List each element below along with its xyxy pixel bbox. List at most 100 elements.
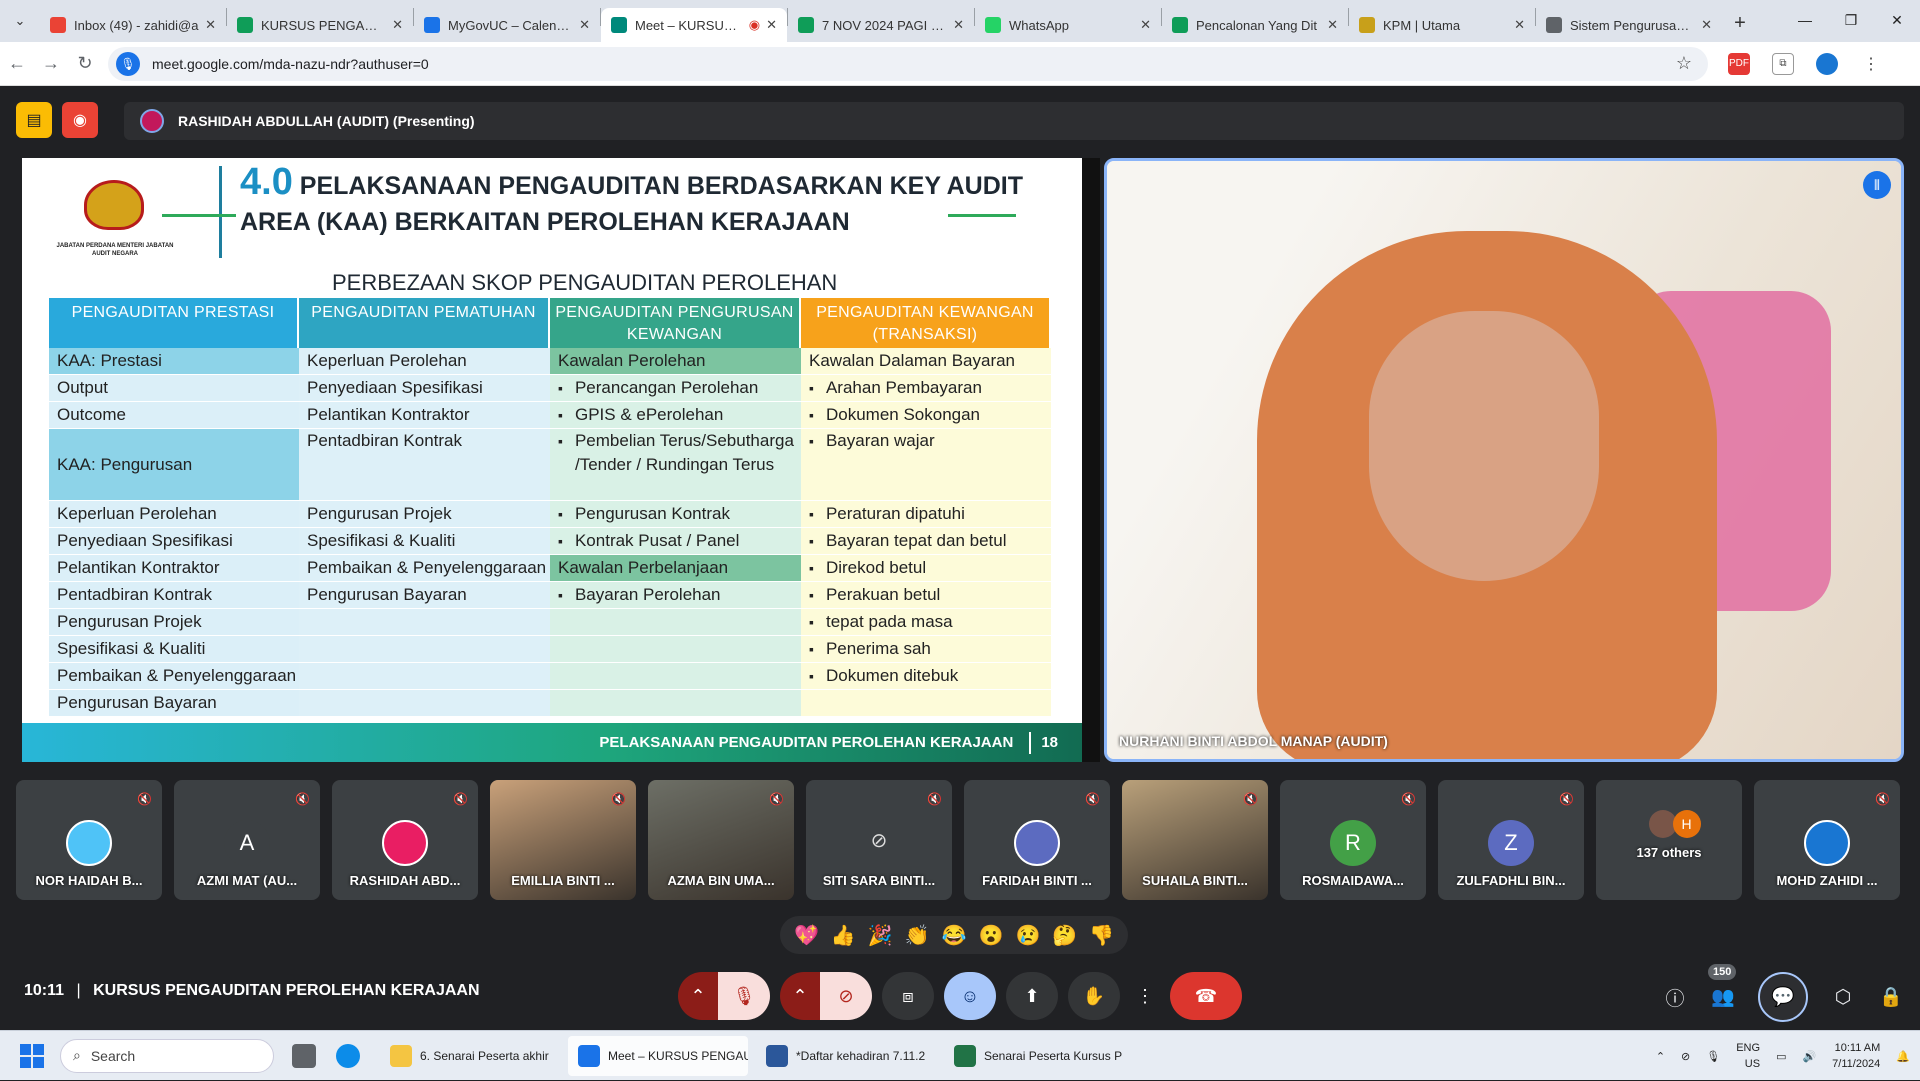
- present-screen-icon[interactable]: ⬆: [1006, 972, 1058, 1020]
- meeting-details-icon[interactable]: ⓘ: [1662, 984, 1688, 1010]
- participant-tile[interactable]: 🔇 NOR HAIDAH B...: [16, 780, 162, 900]
- participant-tile[interactable]: R 🔇 ROSMAIDAWA...: [1280, 780, 1426, 900]
- participant-tile[interactable]: ⊘ 🔇 SITI SARA BINTI...: [806, 780, 952, 900]
- stop-presenting-icon[interactable]: ▤: [16, 102, 52, 138]
- recording-icon[interactable]: ◉: [62, 102, 98, 138]
- close-window-icon[interactable]: ✕: [1874, 0, 1920, 40]
- mic-tray-icon[interactable]: 🎙: [1706, 1050, 1720, 1063]
- extensions-puzzle-icon[interactable]: ⧉: [1772, 52, 1794, 75]
- participant-name: ROSMAIDAWA...: [1302, 873, 1404, 888]
- activities-icon[interactable]: ⬡: [1830, 984, 1856, 1010]
- close-tab-icon[interactable]: ✕: [579, 17, 590, 33]
- profile-avatar[interactable]: [1816, 52, 1838, 75]
- people-icon[interactable]: 👥 150: [1708, 964, 1737, 1010]
- close-tab-icon[interactable]: ✕: [766, 17, 777, 33]
- table-column: PENGAUDITAN PRESTASI KAA: Prestasi Output O…: [49, 298, 299, 717]
- language-indicator[interactable]: ENG US: [1736, 1040, 1760, 1072]
- pdf-extension-icon[interactable]: PDF: [1728, 52, 1750, 75]
- participant-tile[interactable]: 🔇 SUHAILA BINTI...: [1122, 780, 1268, 900]
- back-icon[interactable]: ←: [0, 53, 34, 74]
- browser-tab[interactable]: KURSUS PENGAUDITA ✕: [227, 8, 413, 42]
- participant-tile[interactable]: 🔇 MOHD ZAHIDI ...: [1754, 780, 1900, 900]
- close-tab-icon[interactable]: ✕: [205, 17, 216, 33]
- volume-icon[interactable]: 🔊: [1802, 1050, 1816, 1063]
- windows-start-icon[interactable]: [20, 1043, 44, 1068]
- taskbar-app[interactable]: Senarai Peserta Kursus P: [944, 1036, 1124, 1076]
- clock[interactable]: 10:11 AM 7/11/2024: [1832, 1040, 1880, 1072]
- emoji-reactions-icon[interactable]: ☺: [944, 972, 996, 1020]
- restore-icon[interactable]: ❐: [1828, 0, 1874, 40]
- reaction-emoji-button[interactable]: 😮: [979, 923, 1004, 948]
- participant-initial: A: [224, 820, 270, 866]
- reaction-emoji-button[interactable]: 💖: [794, 923, 819, 948]
- mic-permission-icon[interactable]: 🎙: [116, 51, 140, 76]
- raise-hand-icon[interactable]: ✋: [1068, 972, 1120, 1020]
- bookmark-star-icon[interactable]: ☆: [1676, 53, 1692, 74]
- reaction-emoji-button[interactable]: 👎: [1089, 923, 1114, 948]
- participant-tile[interactable]: 🔇 RASHIDAH ABD...: [332, 780, 478, 900]
- chat-icon[interactable]: 💬: [1758, 972, 1808, 1022]
- close-tab-icon[interactable]: ✕: [392, 17, 403, 33]
- close-tab-icon[interactable]: ✕: [1514, 17, 1525, 33]
- notification-bell-icon[interactable]: 🔔: [1896, 1050, 1910, 1063]
- reaction-emoji-button[interactable]: 😢: [1015, 923, 1040, 948]
- leave-call-icon[interactable]: ☎: [1170, 972, 1242, 1020]
- mic-options-chevron-icon[interactable]: ⌃: [678, 972, 718, 1020]
- browser-tab[interactable]: Sistem Pengurusan P ✕: [1536, 8, 1722, 42]
- table-cell: Pembaikan & Penyelenggaraan: [299, 555, 550, 582]
- participant-tile[interactable]: 🔇 EMILLIA BINTI ...: [490, 780, 636, 900]
- taskbar-search[interactable]: ⌕ Search: [60, 1038, 274, 1073]
- minimize-icon[interactable]: —: [1782, 0, 1828, 40]
- participant-tile[interactable]: 🔇 AZMA BIN UMA...: [648, 780, 794, 900]
- url-text[interactable]: meet.google.com/mda-nazu-ndr?authuser=0: [152, 56, 429, 72]
- tab-search-chevron-icon[interactable]: ⌄: [0, 13, 40, 29]
- browser-tab[interactable]: Meet – KURSUS P ◉ ✕: [601, 8, 787, 42]
- participant-tile[interactable]: H 137 others: [1596, 780, 1742, 900]
- omnibox[interactable]: 🎙 meet.google.com/mda-nazu-ndr?authuser=…: [108, 46, 1708, 81]
- reaction-emoji-button[interactable]: 😂: [942, 923, 967, 948]
- mic-off-icon[interactable]: 🎙: [718, 972, 770, 1020]
- reaction-emoji-button[interactable]: 👏: [905, 923, 930, 948]
- participant-tile[interactable]: A 🔇 AZMI MAT (AU...: [174, 780, 320, 900]
- camera-off-icon[interactable]: ⊘: [820, 972, 872, 1020]
- browser-tab[interactable]: KPM | Utama ✕: [1349, 8, 1535, 42]
- host-controls-lock-icon[interactable]: 🔒: [1878, 984, 1904, 1010]
- close-tab-icon[interactable]: ✕: [1701, 17, 1712, 33]
- forward-icon[interactable]: →: [34, 53, 68, 74]
- speaker-video[interactable]: ⦀ NURHANI BINTI ABDOL MANAP (AUDIT): [1104, 158, 1904, 762]
- captions-icon[interactable]: ⧈: [882, 972, 934, 1020]
- reaction-emoji-button[interactable]: 🤔: [1052, 923, 1077, 948]
- tray-overflow-icon[interactable]: ⌃: [1656, 1050, 1665, 1063]
- close-tab-icon[interactable]: ✕: [1140, 17, 1151, 33]
- table-cell: Dokumen ditebuk: [801, 663, 1051, 690]
- new-tab-button[interactable]: +: [1722, 12, 1758, 35]
- table-cell: Kawalan Perolehan: [550, 348, 801, 375]
- taskbar-app[interactable]: Meet – KURSUS PENGAU: [568, 1035, 748, 1076]
- reload-icon[interactable]: ↻: [68, 53, 102, 74]
- more-options-icon[interactable]: ⋮: [1130, 972, 1160, 1020]
- table-cell: Penyediaan Spesifikasi: [299, 375, 550, 402]
- calculator-icon[interactable]: [292, 1043, 316, 1068]
- close-tab-icon[interactable]: ✕: [1327, 17, 1338, 33]
- taskbar-app[interactable]: *Daftar kehadiran 7.11.2: [756, 1036, 936, 1076]
- browser-tab[interactable]: MyGovUC – Calendar ✕: [414, 8, 600, 42]
- taskbar-app[interactable]: 6. Senarai Peserta akhir: [380, 1036, 560, 1076]
- reaction-emoji-button[interactable]: 🎉: [868, 923, 893, 948]
- participant-tile[interactable]: 🔇 FARIDAH BINTI ...: [964, 780, 1110, 900]
- browser-tab[interactable]: 7 NOV 2024 PAGI - D ✕: [788, 8, 974, 42]
- table-cell: Perancangan Perolehan: [550, 375, 801, 402]
- chrome-menu-icon[interactable]: ⋮: [1860, 53, 1882, 75]
- browser-tab[interactable]: WhatsApp ✕: [975, 8, 1161, 42]
- network-off-icon[interactable]: ⊘: [1681, 1050, 1690, 1063]
- display-icon[interactable]: ▭: [1776, 1050, 1786, 1063]
- table-cell: Output: [49, 375, 299, 402]
- tab-favicon-icon: [611, 17, 627, 33]
- camera-options-chevron-icon[interactable]: ⌃: [780, 972, 820, 1020]
- table-cell: Outcome: [49, 402, 299, 429]
- browser-tab[interactable]: Inbox (49) - zahidi@a ✕: [40, 8, 226, 42]
- reaction-emoji-button[interactable]: 👍: [831, 923, 856, 948]
- edge-icon[interactable]: [336, 1043, 360, 1068]
- close-tab-icon[interactable]: ✕: [953, 17, 964, 33]
- participant-tile[interactable]: Z 🔇 ZULFADHLI BIN...: [1438, 780, 1584, 900]
- browser-tab[interactable]: Pencalonan Yang Dit ✕: [1162, 8, 1348, 42]
